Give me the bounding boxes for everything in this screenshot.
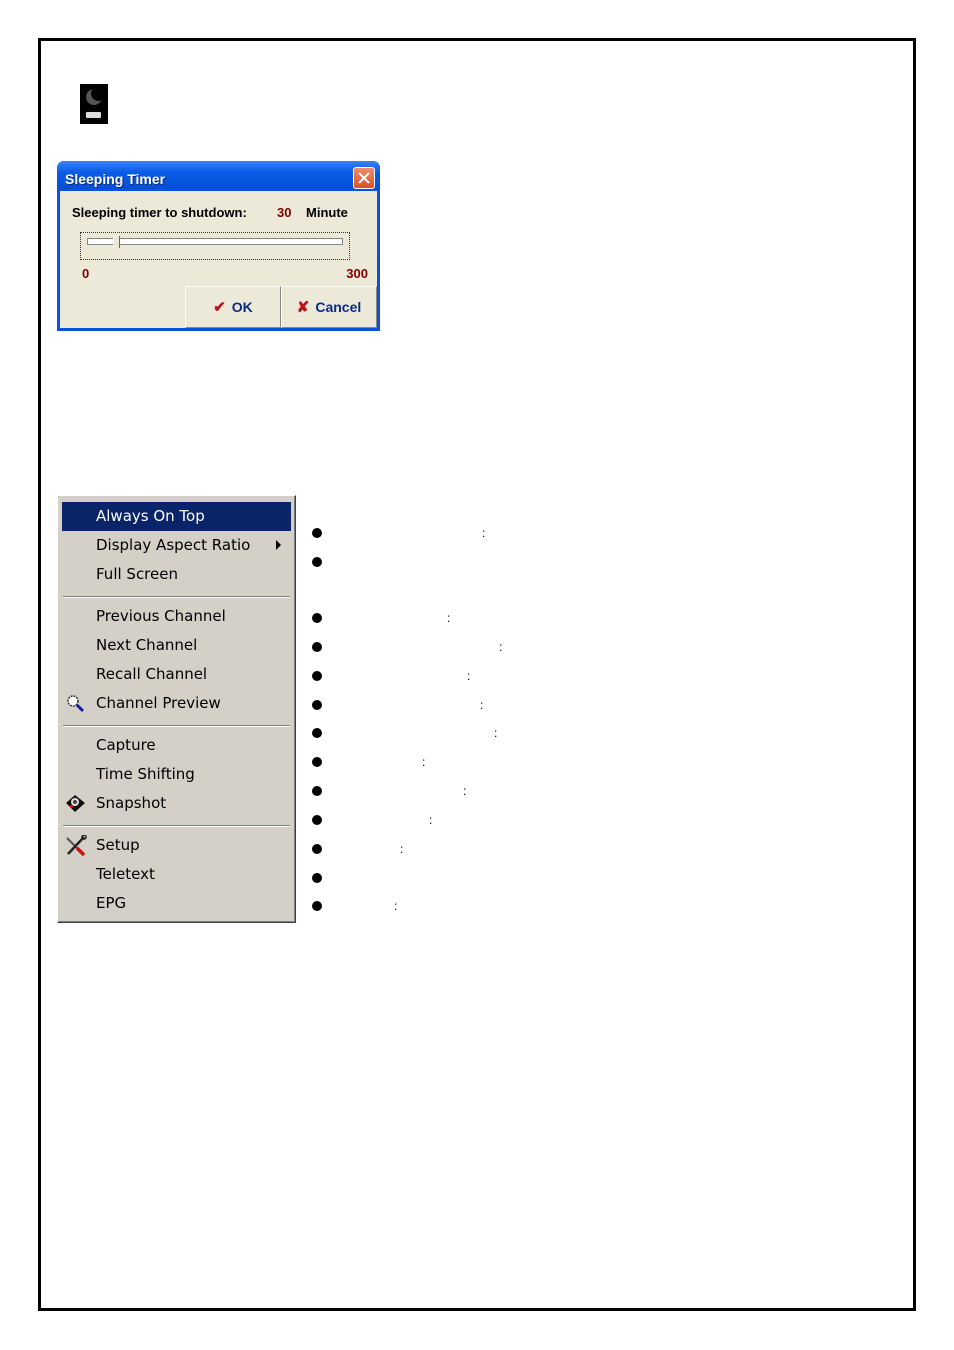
colon-6: :: [480, 698, 484, 712]
bullet-12: [312, 873, 322, 883]
colon-9: :: [463, 784, 467, 798]
cancel-x-icon: ✘: [296, 299, 310, 316]
menu-item-label: Time Shifting: [96, 765, 195, 783]
bullet-2: [312, 557, 322, 567]
camera-icon: [66, 795, 85, 812]
colon-11: :: [400, 842, 404, 856]
menu-item-snapshot[interactable]: Snapshot: [62, 789, 291, 818]
menu-item-label: Display Aspect Ratio: [96, 536, 251, 554]
magnifier-icon: [67, 695, 85, 713]
bullet-9: [312, 786, 322, 796]
bar-icon: [86, 112, 101, 118]
bullet-10: [312, 815, 322, 825]
menu-item-teletext[interactable]: Teletext: [62, 860, 291, 889]
colon-1: :: [482, 526, 486, 540]
colon-4: :: [499, 640, 503, 654]
menu-separator: [63, 725, 290, 727]
colon-7: :: [494, 726, 498, 740]
colon-5: :: [467, 669, 471, 683]
bullet-5: [312, 671, 322, 681]
bullet-1: [312, 528, 322, 538]
bullet-7: [312, 728, 322, 738]
sleeping-timer-dialog: Sleeping Timer Sleeping timer to shutdow…: [57, 161, 380, 331]
menu-item-capture[interactable]: Capture: [62, 731, 291, 760]
menu-item-label: Snapshot: [96, 794, 167, 812]
checkmark-icon: ✔: [213, 299, 226, 316]
bullet-6: [312, 700, 322, 710]
menu-item-always-on-top[interactable]: Always On Top: [62, 502, 291, 531]
bullet-4: [312, 642, 322, 652]
timer-unit: Minute: [306, 205, 348, 220]
colon-3: :: [447, 611, 451, 625]
slider-min-label: 0: [82, 266, 90, 281]
menu-item-epg[interactable]: EPG: [62, 889, 291, 918]
menu-item-time-shifting[interactable]: Time Shifting: [62, 760, 291, 789]
timer-label: Sleeping timer to shutdown:: [72, 205, 247, 220]
ok-button[interactable]: ✔ OK: [185, 286, 281, 328]
menu-item-setup[interactable]: Setup: [62, 831, 291, 860]
timer-slider[interactable]: [80, 232, 350, 260]
moon-icon: [86, 89, 102, 105]
menu-item-label: Always On Top: [96, 507, 205, 525]
ok-label: OK: [231, 299, 253, 315]
bullet-3: [312, 613, 322, 623]
menu-item-next-channel[interactable]: Next Channel: [62, 631, 291, 660]
colon-13: :: [394, 899, 398, 913]
menu-item-label: Next Channel: [96, 636, 198, 654]
menu-item-label: Teletext: [96, 865, 155, 883]
menu-item-label: Capture: [96, 736, 156, 754]
menu-item-label: Full Screen: [96, 565, 178, 583]
colon-8: :: [422, 755, 426, 769]
menu-item-full-screen[interactable]: Full Screen: [62, 560, 291, 589]
menu-item-label: Previous Channel: [96, 607, 226, 625]
dialog-titlebar[interactable]: Sleeping Timer: [57, 161, 380, 189]
bullet-11: [312, 844, 322, 854]
colon-10: :: [429, 813, 433, 827]
menu-separator: [63, 596, 290, 598]
menu-item-recall-channel[interactable]: Recall Channel: [62, 660, 291, 689]
menu-item-label: Recall Channel: [96, 665, 208, 683]
tools-icon: [66, 835, 87, 857]
dialog-body: Sleeping timer to shutdown: 30 Minute 0 …: [60, 191, 377, 328]
menu-separator: [63, 825, 290, 827]
timer-value: 30: [277, 205, 292, 220]
close-button[interactable]: [353, 167, 375, 189]
menu-item-label: Channel Preview: [96, 694, 221, 712]
dialog-title: Sleeping Timer: [65, 171, 166, 187]
submenu-arrow-icon: [276, 540, 281, 550]
menu-item-previous-channel[interactable]: Previous Channel: [62, 602, 291, 631]
cancel-label: Cancel: [315, 299, 362, 315]
menu-item-display-aspect-ratio[interactable]: Display Aspect Ratio: [62, 531, 291, 560]
bullet-8: [312, 757, 322, 767]
slider-track[interactable]: [87, 238, 343, 245]
context-menu: Always On Top Display Aspect Ratio Full …: [57, 495, 296, 923]
menu-item-channel-preview[interactable]: Channel Preview: [62, 689, 291, 718]
slider-max-label: 300: [346, 266, 368, 281]
slider-thumb[interactable]: [112, 236, 120, 248]
menu-item-label: EPG: [96, 894, 127, 912]
sleep-timer-icon: [80, 84, 108, 124]
menu-item-label: Setup: [96, 836, 140, 854]
cancel-button[interactable]: ✘ Cancel: [281, 286, 377, 328]
bullet-13: [312, 901, 322, 911]
